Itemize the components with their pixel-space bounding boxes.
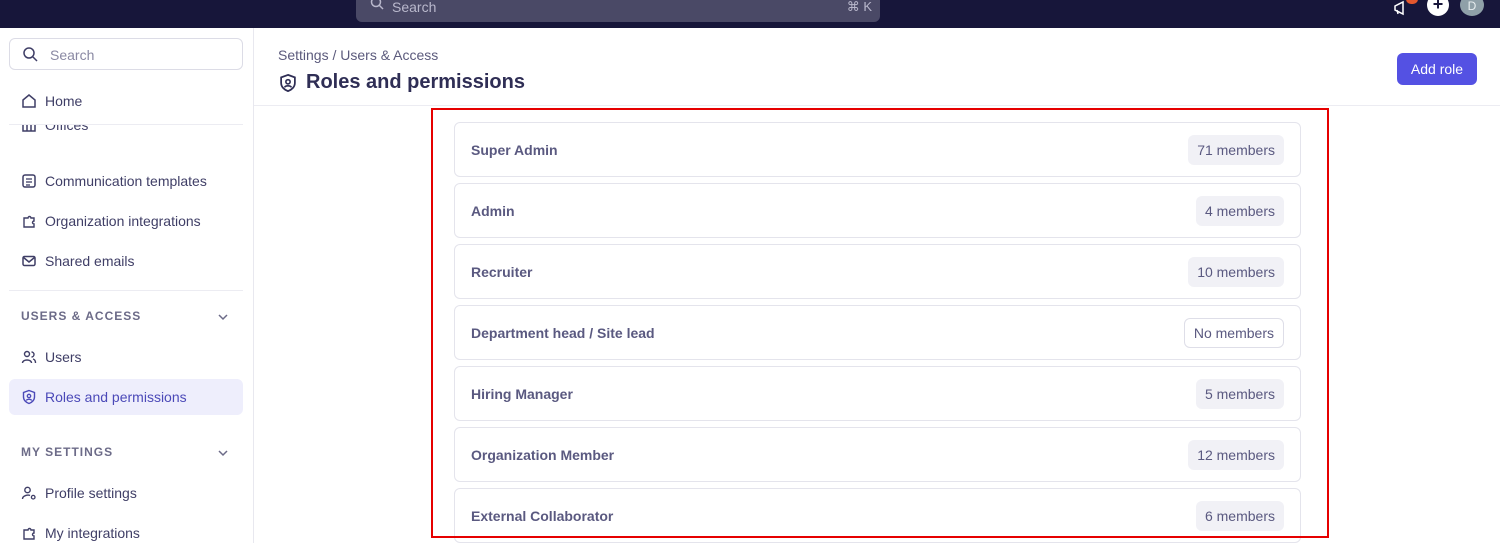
search-shortcut: ⌘ K: [846, 0, 872, 14]
template-icon: [22, 174, 36, 188]
notification-badge: [1406, 0, 1418, 4]
global-search-input[interactable]: Search ⌘ K: [356, 0, 880, 22]
sidebar-item-label: Home: [45, 93, 83, 109]
section-header-users-access: USERS & ACCESS: [21, 309, 142, 323]
add-role-button[interactable]: Add role: [1397, 53, 1477, 85]
sidebar-search-placeholder: Search: [50, 47, 95, 63]
sidebar: Search Home Offices Communication templa…: [0, 28, 254, 543]
sidebar-item-label: Roles and permissions: [45, 389, 187, 405]
user-gear-icon: [21, 486, 36, 500]
users-icon: [21, 350, 37, 364]
shield-icon: [280, 73, 296, 93]
megaphone-icon[interactable]: [1392, 0, 1410, 22]
sidebar-item-label: Shared emails: [45, 253, 135, 269]
highlight-box: [431, 108, 1329, 538]
sidebar-item-home[interactable]: Home: [9, 83, 243, 119]
sidebar-item-label: Profile settings: [45, 485, 137, 501]
sidebar-item-label: Users: [45, 349, 82, 365]
mail-icon: [22, 255, 36, 267]
search-icon: [23, 47, 38, 62]
sidebar-item-users[interactable]: Users: [9, 339, 243, 375]
global-search-placeholder: Search: [392, 0, 437, 15]
home-icon: [22, 94, 36, 108]
search-icon: [370, 0, 384, 10]
shield-icon: [22, 389, 36, 405]
sidebar-item-label: Organization integrations: [45, 213, 201, 229]
sidebar-item-roles-and-permissions[interactable]: Roles and permissions: [9, 379, 243, 415]
breadcrumb: Settings / Users & Access: [278, 47, 439, 63]
header-divider: [254, 105, 1500, 106]
sidebar-item-offices[interactable]: Offices: [9, 125, 243, 145]
create-button[interactable]: +: [1427, 0, 1449, 16]
chevron-down-icon[interactable]: [216, 310, 230, 324]
sidebar-item-label: Communication templates: [45, 173, 207, 189]
top-bar: Search ⌘ K + D: [0, 0, 1500, 28]
sidebar-search-input[interactable]: Search: [9, 38, 243, 70]
building-icon: [22, 125, 36, 132]
sidebar-item-profile-settings[interactable]: Profile settings: [9, 475, 243, 511]
avatar[interactable]: D: [1460, 0, 1484, 16]
sidebar-item-my-integrations[interactable]: My integrations: [9, 515, 243, 543]
sidebar-item-communication-templates[interactable]: Communication templates: [9, 163, 243, 199]
sidebar-item-shared-emails[interactable]: Shared emails: [9, 243, 243, 279]
sidebar-item-label: My integrations: [45, 525, 140, 541]
sidebar-divider: [9, 290, 243, 291]
page-title: Roles and permissions: [306, 71, 525, 93]
chevron-down-icon[interactable]: [216, 446, 230, 460]
puzzle-icon: [23, 215, 35, 228]
sidebar-item-label: Offices: [45, 125, 89, 133]
sidebar-item-organization-integrations[interactable]: Organization integrations: [9, 203, 243, 239]
section-header-my-settings: MY SETTINGS: [21, 445, 114, 459]
puzzle-icon: [23, 527, 35, 540]
